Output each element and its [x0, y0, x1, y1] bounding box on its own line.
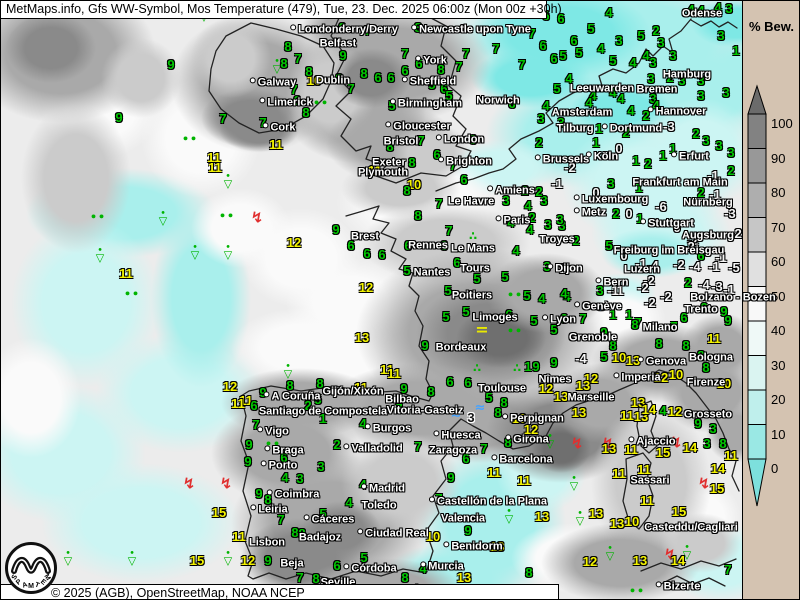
- title-bar: MetMaps.info, Gfs WW-Symbol, Mos Tempera…: [1, 1, 547, 19]
- legend-tick-label: 100: [771, 116, 793, 131]
- tunisia-coast: [661, 576, 725, 586]
- ireland-coast: [209, 23, 334, 133]
- britain-coast: [331, 18, 471, 183]
- sardinia-coast: [623, 453, 653, 529]
- page-title: MetMaps.info, Gfs WW-Symbol, Mos Tempera…: [6, 2, 562, 16]
- legend-tick-label: 30: [771, 358, 785, 373]
- africa-coast: [641, 559, 736, 571]
- lake-geneva: [595, 305, 607, 311]
- iberia-coast: [241, 386, 429, 579]
- cloudiness-legend: % Bew. 1009080706050403020100: [742, 1, 800, 600]
- metmaps-logo[interactable]: METMAPS: [5, 542, 57, 594]
- legend-tick-label: 0: [771, 461, 778, 476]
- legend-tick-label: 40: [771, 323, 785, 338]
- map-canvas[interactable]: [1, 1, 742, 600]
- mediterranean-coast: [426, 370, 739, 573]
- legend-tick-label: 90: [771, 151, 785, 166]
- legend-tick-label: 20: [771, 392, 785, 407]
- corsica-coast: [637, 401, 657, 453]
- attribution-bar: © 2025 (AGB), OpenStreetMap, NOAA NCEP: [1, 584, 559, 600]
- legend-tick-label: 70: [771, 220, 785, 235]
- legend-tick-label: 50: [771, 289, 785, 304]
- legend-tick-label: 80: [771, 185, 785, 200]
- channel-northsea-coast: [436, 19, 691, 191]
- copyright-text: © 2025 (AGB), OpenStreetMap, NOAA NCEP: [51, 586, 305, 600]
- legend-tick-label: 60: [771, 254, 785, 269]
- coastline-layer: [1, 1, 742, 600]
- legend-tick-label: 10: [771, 427, 785, 442]
- weather-map-window: % Bew. 1009080706050403020100 •▽•▽•▽•▽•▽…: [0, 0, 800, 600]
- france-west-coast: [346, 206, 433, 401]
- denmark-coast: [691, 20, 737, 28]
